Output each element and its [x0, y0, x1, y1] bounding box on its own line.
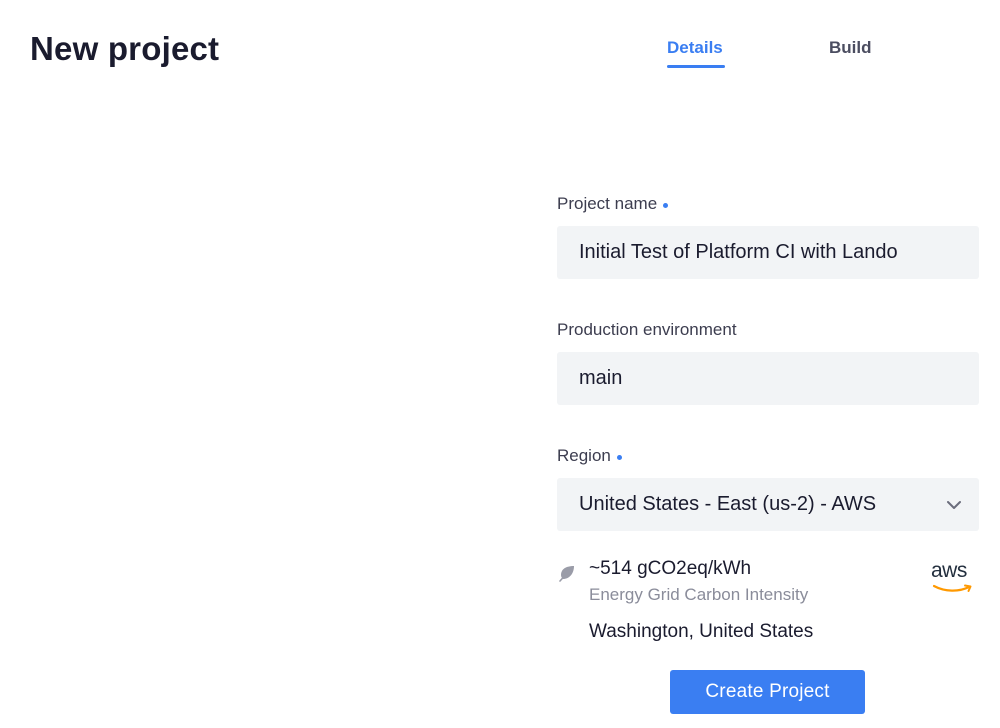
aws-smile-icon [932, 584, 972, 592]
required-indicator [663, 202, 669, 208]
aws-logo-text: aws [931, 559, 967, 582]
create-project-button[interactable]: Create Project [670, 670, 865, 714]
leaf-icon [559, 566, 574, 582]
region-info: ~514 gCO2eq/kWh Energy Grid Carbon Inten… [557, 557, 979, 657]
region-group: Region United States - East (us-2) - AWS… [557, 442, 979, 657]
production-environment-label-text: Production environment [557, 320, 737, 339]
project-form: Project name Production environment Regi… [557, 190, 979, 657]
project-name-label-text: Project name [557, 194, 658, 213]
project-name-label: Project name [557, 190, 979, 218]
new-project-page: New project Details Build Project name P… [0, 0, 1000, 728]
project-name-input[interactable] [557, 226, 979, 279]
required-indicator [616, 454, 622, 460]
carbon-intensity-caption: Energy Grid Carbon Intensity [589, 585, 809, 604]
aws-logo: aws [931, 559, 975, 593]
region-label-text: Region [557, 446, 611, 465]
region-selected-value: United States - East (us-2) - AWS [579, 493, 877, 515]
production-environment-label: Production environment [557, 316, 979, 344]
project-name-group: Project name [557, 190, 979, 279]
chevron-down-icon [947, 501, 961, 509]
region-location: Washington, United States [589, 621, 814, 642]
tab-bar: Details Build [640, 36, 930, 76]
production-environment-group: Production environment [557, 316, 979, 405]
region-select[interactable]: United States - East (us-2) - AWS [557, 478, 979, 531]
production-environment-input[interactable] [557, 352, 979, 405]
tab-build[interactable]: Build [829, 36, 872, 60]
active-tab-indicator [667, 65, 725, 68]
region-label: Region [557, 442, 979, 470]
carbon-intensity-value: ~514 gCO2eq/kWh [589, 558, 752, 579]
page-title: New project [30, 30, 220, 67]
tab-details[interactable]: Details [667, 36, 723, 60]
